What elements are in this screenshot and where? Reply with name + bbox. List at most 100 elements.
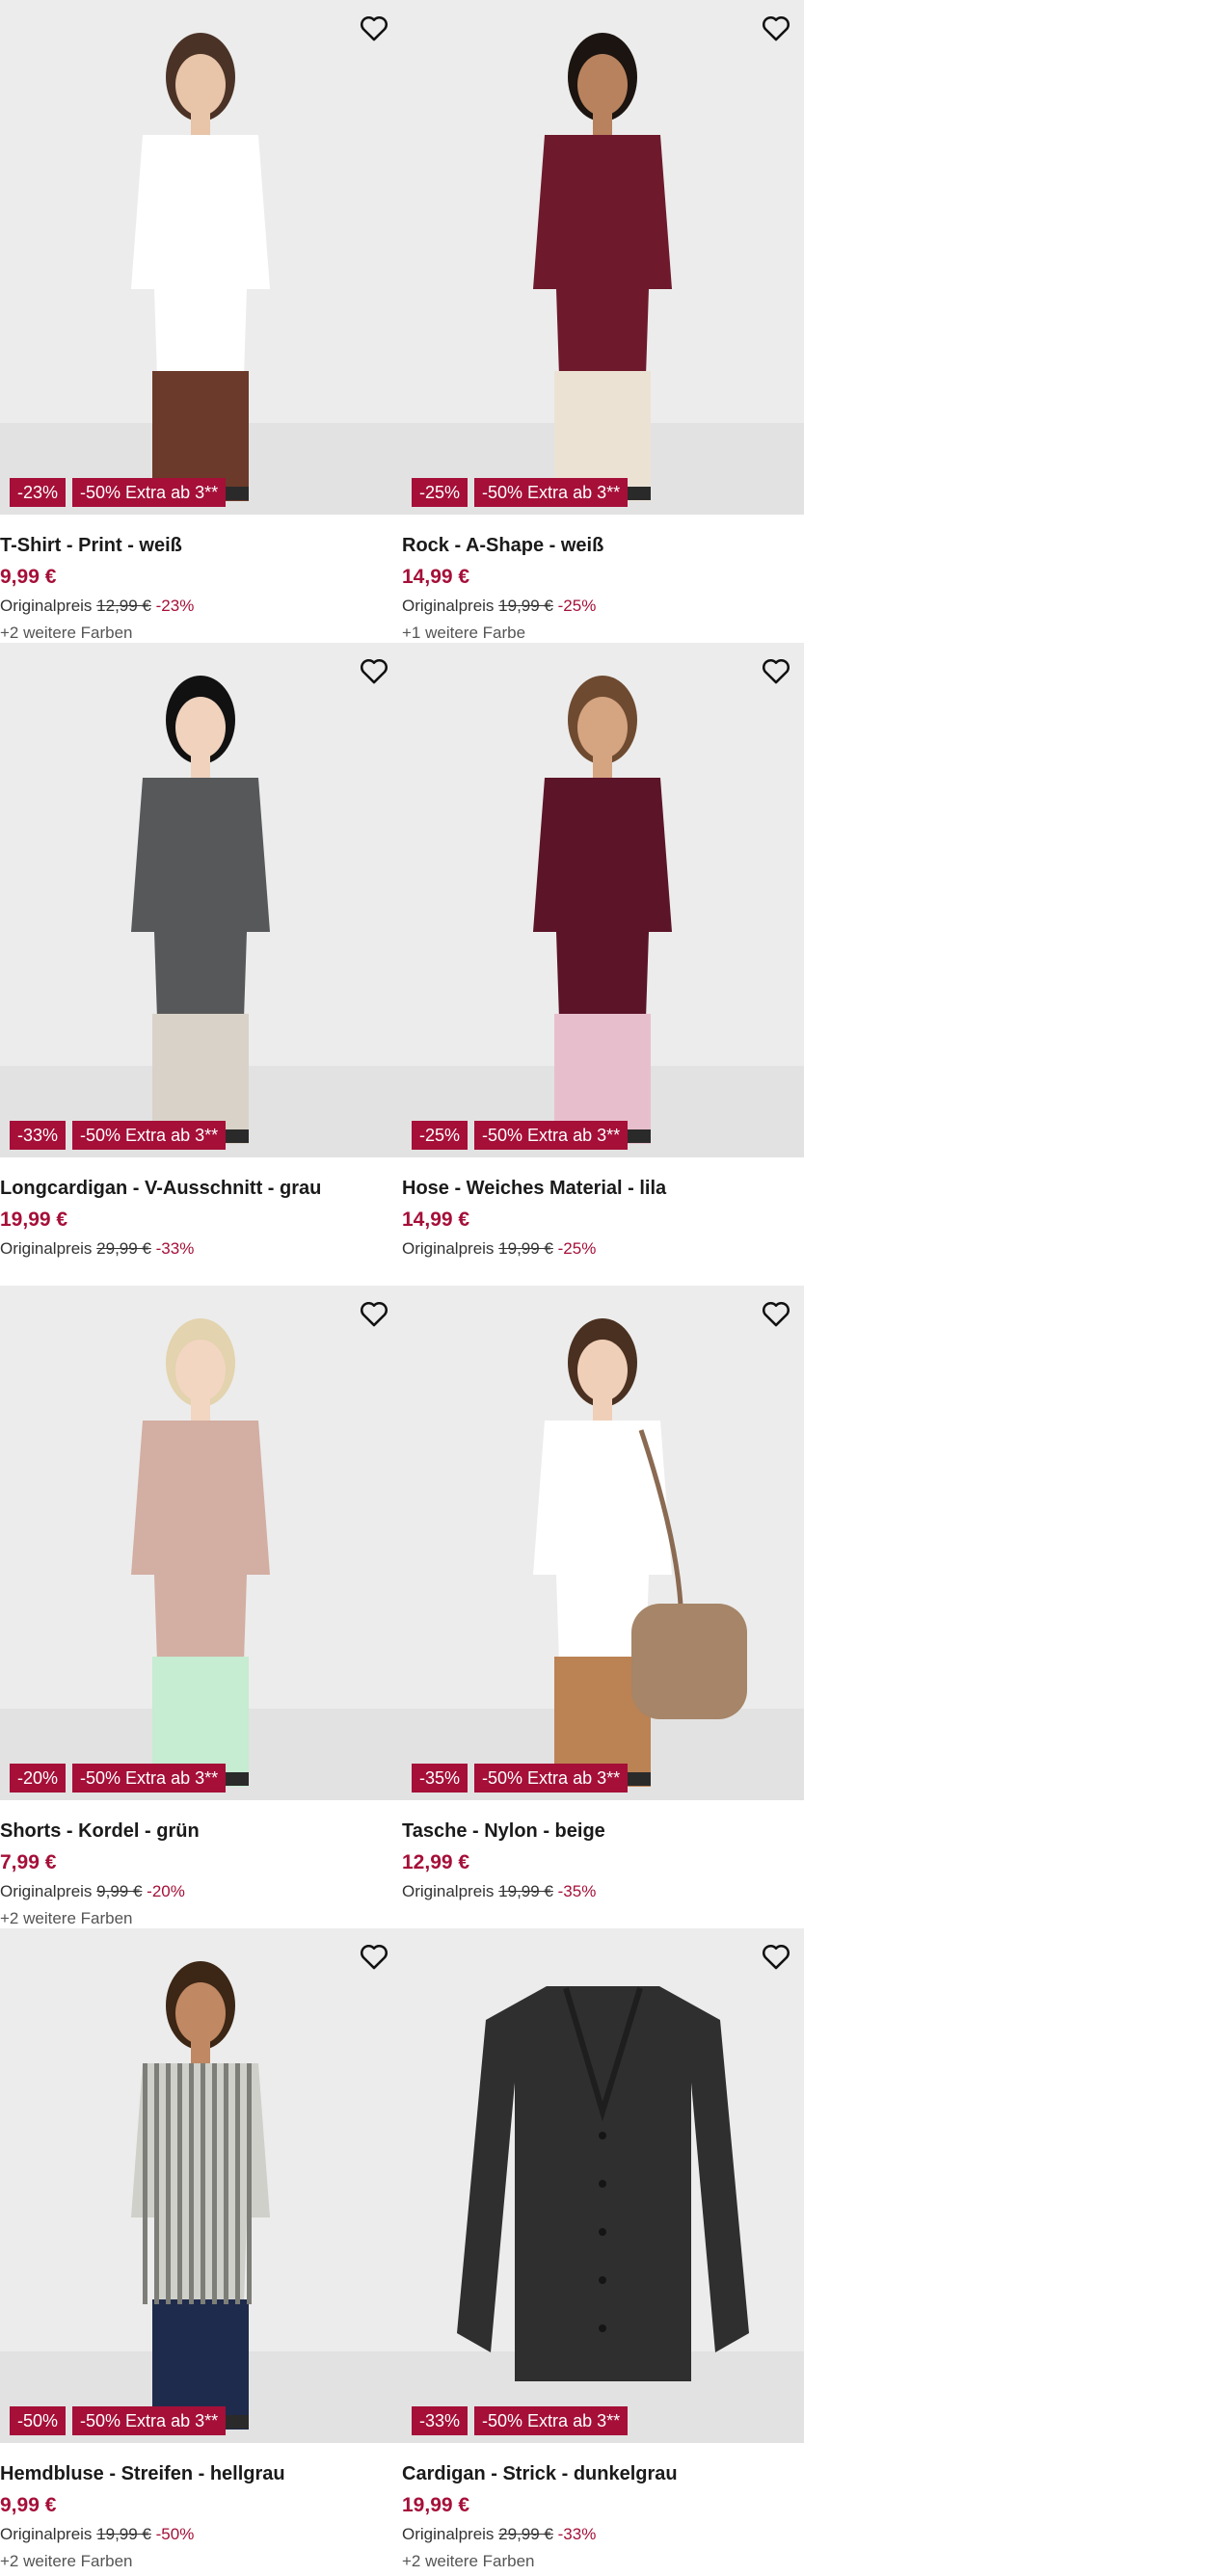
model-figure <box>457 1986 749 2381</box>
model-figure <box>533 1318 747 1787</box>
product-card[interactable]: -33% -50% Extra ab 3** Cardigan - Strick… <box>402 1928 804 2571</box>
model-figure <box>131 33 270 501</box>
sale-price: 14,99 € <box>402 566 470 588</box>
original-price-label: Originalpreis <box>0 2525 93 2543</box>
product-card[interactable]: -25% -50% Extra ab 3** Rock - A-Shape - … <box>402 0 804 643</box>
original-price-row: Originalpreis 19,99 € -35% <box>402 1879 804 1904</box>
product-name[interactable]: Hose - Weiches Material - lila <box>402 1173 804 1204</box>
product-info: Hemdbluse - Streifen - hellgrau 9,99 € O… <box>0 2458 402 2576</box>
heart-icon[interactable] <box>358 12 390 44</box>
model-neck <box>593 111 612 135</box>
product-image[interactable]: -33% -50% Extra ab 3** <box>0 643 402 1157</box>
discount-badge: -33% <box>412 2406 469 2435</box>
discount-percent: -25% <box>557 597 597 615</box>
heart-icon[interactable] <box>358 1297 390 1330</box>
product-card[interactable]: -35% -50% Extra ab 3** Tasche - Nylon - … <box>402 1286 804 1928</box>
model-top <box>131 1421 270 1661</box>
product-card[interactable]: -25% -50% Extra ab 3** Hose - Weiches Ma… <box>402 643 804 1286</box>
original-price: 19,99 € <box>498 1239 553 1258</box>
badge-group: -20% -50% Extra ab 3** <box>10 1764 227 1793</box>
badge-group: -33% -50% Extra ab 3** <box>10 1121 227 1150</box>
product-name[interactable]: Longcardigan - V-Ausschnitt - grau <box>0 1173 402 1204</box>
model-figure <box>533 33 672 501</box>
discount-percent: -50% <box>155 2525 195 2543</box>
model-figure <box>131 676 270 1144</box>
product-image[interactable]: -33% -50% Extra ab 3** <box>402 1928 804 2443</box>
product-name[interactable]: Rock - A-Shape - weiß <box>402 530 804 561</box>
blouse-stripe <box>247 2063 252 2304</box>
discount-badge: -20% <box>10 1764 67 1793</box>
original-price: 29,99 € <box>96 1239 151 1258</box>
discount-badge: -25% <box>412 478 469 507</box>
model-neck <box>191 1396 210 1421</box>
product-image[interactable]: -23% -50% Extra ab 3** <box>0 0 402 515</box>
heart-icon[interactable] <box>358 654 390 687</box>
model-neck <box>191 754 210 778</box>
badge-group: -35% -50% Extra ab 3** <box>412 1764 629 1793</box>
model-neck <box>191 2039 210 2063</box>
discount-badge: -23% <box>10 478 67 507</box>
product-image[interactable]: -20% -50% Extra ab 3** <box>0 1286 402 1800</box>
extra-discount-badge: -50% Extra ab 3** <box>474 478 629 507</box>
heart-icon[interactable] <box>760 1940 792 1973</box>
discount-badge: -25% <box>412 1121 469 1150</box>
original-price: 19,99 € <box>96 2525 151 2543</box>
model-top <box>533 135 672 376</box>
product-name[interactable]: Cardigan - Strick - dunkelgrau <box>402 2458 804 2489</box>
product-grid: -23% -50% Extra ab 3** T-Shirt - Print -… <box>0 0 804 2571</box>
product-name[interactable]: Shorts - Kordel - grün <box>0 1816 402 1846</box>
product-name[interactable]: T-Shirt - Print - weiß <box>0 530 402 561</box>
badge-group: -33% -50% Extra ab 3** <box>412 2406 629 2435</box>
badge-group: -25% -50% Extra ab 3** <box>412 1121 629 1150</box>
heart-icon[interactable] <box>760 12 792 44</box>
product-card[interactable]: -33% -50% Extra ab 3** Longcardigan - V-… <box>0 643 402 1286</box>
product-image[interactable]: -35% -50% Extra ab 3** <box>402 1286 804 1800</box>
heart-icon[interactable] <box>760 654 792 687</box>
product-image[interactable]: -25% -50% Extra ab 3** <box>402 643 804 1157</box>
original-price-row: Originalpreis 29,99 € -33% <box>402 2522 804 2547</box>
extra-discount-badge: -50% Extra ab 3** <box>72 1121 227 1150</box>
original-price-label: Originalpreis <box>402 1239 495 1258</box>
model-neck <box>593 754 612 778</box>
model-top <box>131 778 270 1019</box>
product-card[interactable]: -50% -50% Extra ab 3** Hemdbluse - Strei… <box>0 1928 402 2571</box>
original-price: 19,99 € <box>498 1882 553 1900</box>
extra-discount-badge: -50% Extra ab 3** <box>72 1764 227 1793</box>
cardigan-button <box>599 2228 606 2236</box>
bag-body <box>631 1604 747 1719</box>
original-price-row: Originalpreis 19,99 € -25% <box>402 1236 804 1261</box>
badge-group: -50% -50% Extra ab 3** <box>10 2406 227 2435</box>
original-price-row: Originalpreis 12,99 € -23% <box>0 594 402 619</box>
blouse-stripe <box>235 2063 240 2304</box>
product-card[interactable]: -23% -50% Extra ab 3** T-Shirt - Print -… <box>0 0 402 643</box>
original-price-label: Originalpreis <box>0 597 93 615</box>
product-name[interactable]: Hemdbluse - Streifen - hellgrau <box>0 2458 402 2489</box>
sale-price: 19,99 € <box>402 2494 470 2516</box>
product-info: Longcardigan - V-Ausschnitt - grau 19,99… <box>0 1173 402 1261</box>
heart-icon[interactable] <box>760 1297 792 1330</box>
model-figure <box>131 1961 270 2430</box>
product-card[interactable]: -20% -50% Extra ab 3** Shorts - Kordel -… <box>0 1286 402 1928</box>
cardigan-button <box>599 2324 606 2332</box>
sale-price: 9,99 € <box>0 2494 57 2516</box>
discount-percent: -23% <box>155 597 195 615</box>
model-neck <box>191 111 210 135</box>
product-info: Tasche - Nylon - beige 12,99 € Originalp… <box>402 1816 804 1904</box>
original-price-row: Originalpreis 19,99 € -25% <box>402 594 804 619</box>
product-image[interactable]: -25% -50% Extra ab 3** <box>402 0 804 515</box>
extra-discount-badge: -50% Extra ab 3** <box>474 2406 629 2435</box>
product-image[interactable]: -50% -50% Extra ab 3** <box>0 1928 402 2443</box>
blouse-stripe <box>154 2063 159 2304</box>
model-face <box>175 1340 226 1401</box>
product-name[interactable]: Tasche - Nylon - beige <box>402 1816 804 1846</box>
heart-icon[interactable] <box>358 1940 390 1973</box>
discount-percent: -20% <box>147 1882 185 1900</box>
cardigan-button <box>599 2276 606 2284</box>
original-price-row: Originalpreis 9,99 € -20% <box>0 1879 402 1904</box>
original-price: 9,99 € <box>96 1882 143 1900</box>
original-price: 12,99 € <box>96 597 151 615</box>
model-face <box>577 697 628 758</box>
discount-badge: -35% <box>412 1764 469 1793</box>
model-top <box>131 135 270 376</box>
model-face <box>577 54 628 116</box>
